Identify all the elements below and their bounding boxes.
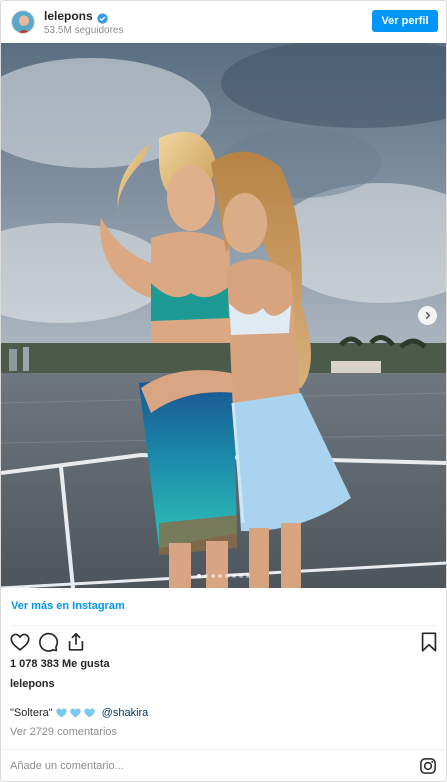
- carousel-dot: [218, 574, 222, 578]
- like-heart-icon[interactable]: [9, 631, 31, 653]
- comment-bar: [1, 749, 446, 782]
- light-blue-heart-icon: [69, 708, 81, 718]
- next-slide-button[interactable]: [418, 306, 437, 325]
- carousel-dot: [225, 574, 229, 578]
- carousel-dot: [204, 574, 208, 578]
- comment-bubble-icon[interactable]: [37, 631, 59, 653]
- carousel-dot: [239, 574, 243, 578]
- user-info: lelepons 53.5M seguidores: [44, 9, 124, 36]
- carousel-dot: [197, 574, 201, 578]
- view-more-link[interactable]: Ver más en Instagram: [11, 600, 125, 612]
- profile-avatar[interactable]: [11, 10, 35, 34]
- comment-input[interactable]: [10, 758, 390, 774]
- post-owner-username[interactable]: lelepons: [10, 678, 55, 690]
- follower-count: 53.5M seguidores: [44, 25, 124, 36]
- like-count[interactable]: 1 078 383 Me gusta: [10, 658, 110, 670]
- light-blue-heart-icon: [83, 708, 95, 718]
- view-comments-link[interactable]: Ver 2729 comentarios: [10, 726, 117, 738]
- share-icon[interactable]: [65, 631, 87, 653]
- bookmark-icon[interactable]: [418, 631, 440, 653]
- verified-badge-icon: [97, 11, 108, 24]
- carousel-dot: [211, 574, 215, 578]
- instagram-embed-card: lelepons 53.5M seguidores Ver perfil Ver…: [0, 0, 447, 782]
- light-blue-heart-icon: [55, 708, 67, 718]
- instagram-logo-icon[interactable]: [419, 757, 437, 775]
- username[interactable]: lelepons: [44, 9, 93, 23]
- post-header: lelepons 53.5M seguidores Ver perfil: [1, 1, 446, 43]
- carousel-dots: [1, 574, 446, 578]
- post-photo[interactable]: [1, 43, 446, 588]
- carousel-dot: [246, 574, 250, 578]
- caption-text: "Soltera": [10, 707, 53, 719]
- mention-link[interactable]: @shakira: [102, 707, 149, 719]
- chevron-right-icon: [425, 311, 431, 320]
- view-profile-button[interactable]: Ver perfil: [372, 10, 438, 32]
- carousel-dot: [232, 574, 236, 578]
- post-caption: "Soltera" @shakira: [10, 707, 148, 719]
- divider: [10, 625, 438, 626]
- action-bar: [1, 631, 446, 655]
